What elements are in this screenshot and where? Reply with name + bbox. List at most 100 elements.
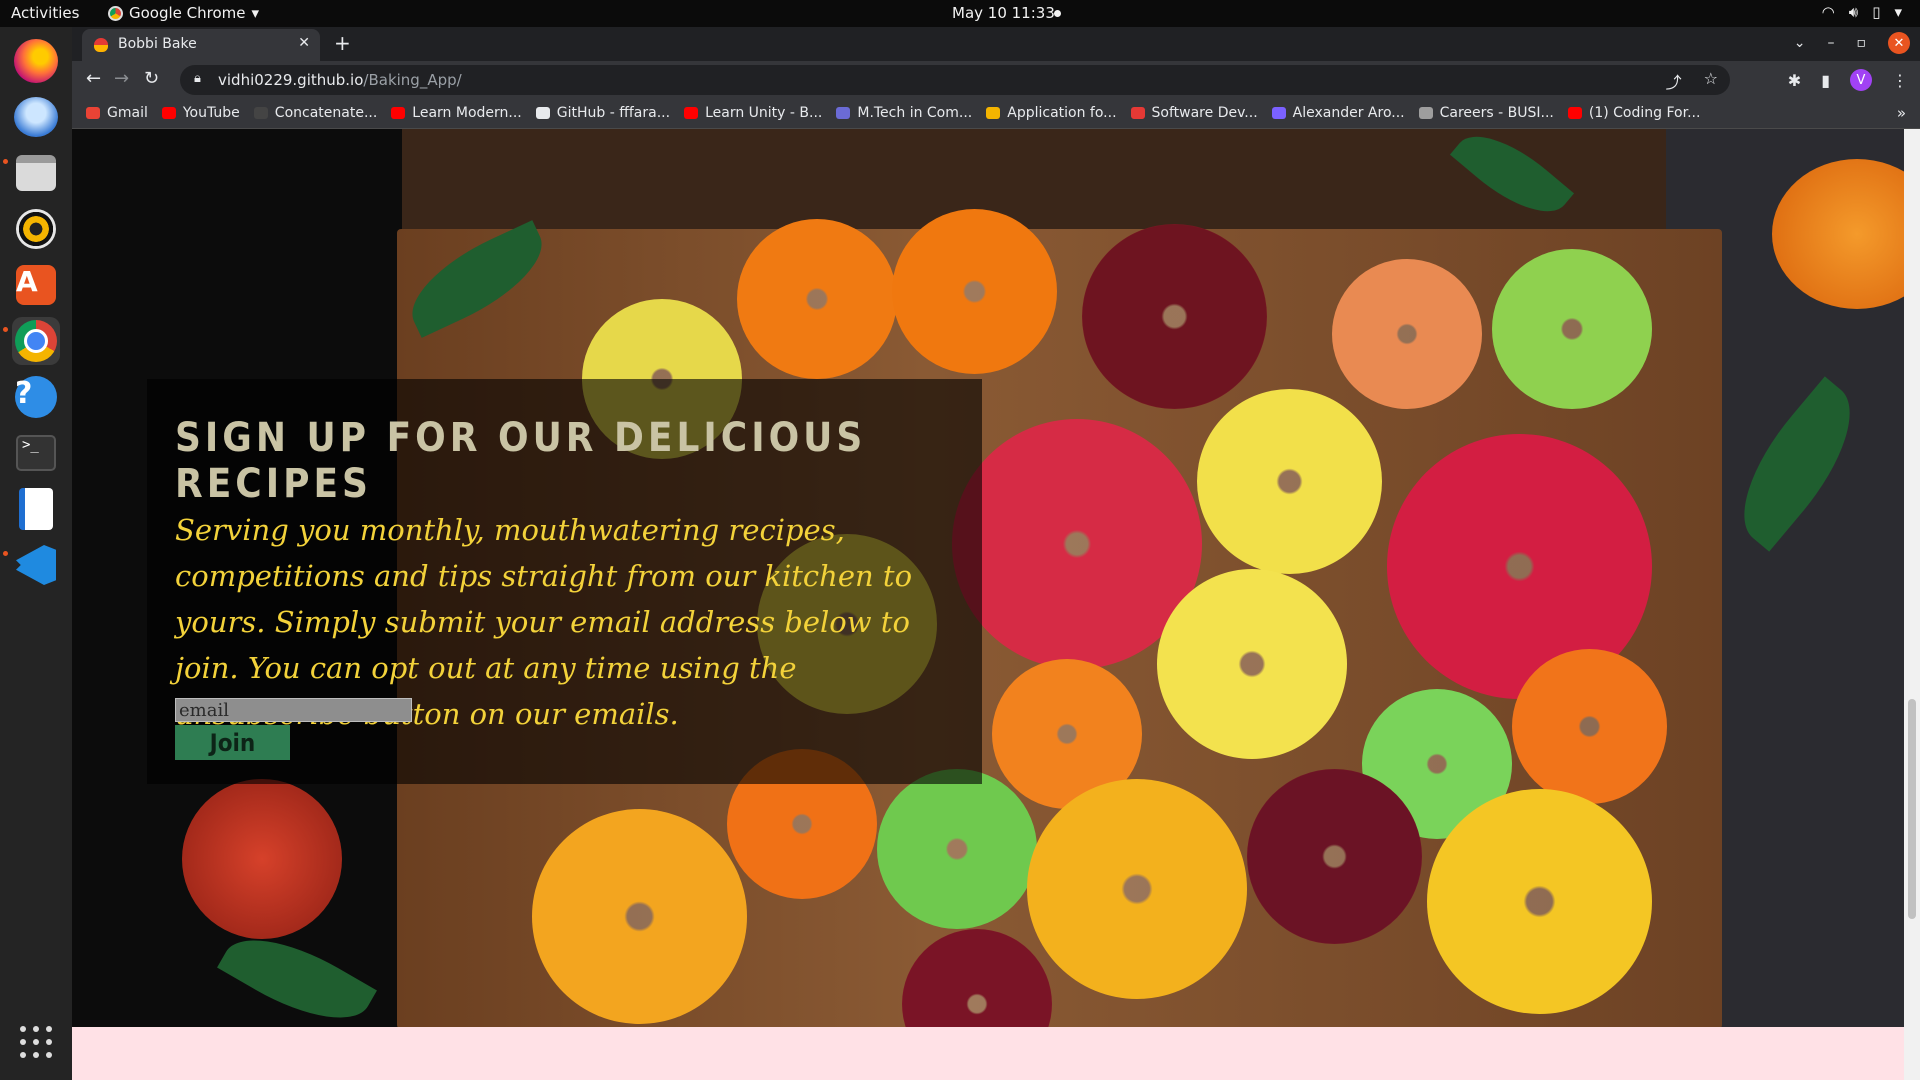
tab-search-icon[interactable]: ⌄ bbox=[1794, 35, 1806, 51]
bookmark-label: (1) Coding For... bbox=[1588, 105, 1701, 121]
dock-terminal[interactable]: >_ bbox=[12, 429, 60, 477]
bookmark-favicon-icon bbox=[1418, 107, 1433, 119]
running-indicator bbox=[3, 551, 8, 556]
firefox-icon bbox=[14, 39, 58, 83]
page-viewport: Sign up for our Delicious Recipes Servin… bbox=[72, 129, 1920, 1080]
battery-icon: ▯ bbox=[1872, 3, 1881, 21]
leaf-decoration bbox=[1449, 129, 1575, 232]
dock-rhythmbox[interactable] bbox=[12, 205, 60, 253]
browser-toolbar: ← → ↻ 🔒︎ vidhi0229.github.io/Baking_App/… bbox=[72, 61, 1920, 99]
profile-avatar[interactable]: V bbox=[1850, 69, 1872, 91]
bookmark-favicon-icon bbox=[535, 107, 550, 119]
bookmark-item[interactable]: M.Tech in Com... bbox=[836, 105, 972, 121]
terminal-icon: >_ bbox=[16, 435, 56, 471]
mail-icon bbox=[14, 97, 58, 137]
lemon-slice bbox=[1197, 389, 1382, 574]
bookmark-label: Gmail bbox=[107, 105, 148, 121]
address-bar[interactable]: 🔒︎ vidhi0229.github.io/Baking_App/ ⤴ ☆ bbox=[180, 65, 1730, 95]
app-menu-label: Google Chrome bbox=[129, 4, 246, 22]
bookmark-favicon-icon bbox=[1271, 107, 1286, 119]
signup-heading: Sign up for our Delicious Recipes bbox=[175, 415, 867, 507]
dock-help[interactable]: ? bbox=[12, 373, 60, 421]
reload-icon[interactable]: ↻ bbox=[144, 68, 159, 89]
maximize-icon[interactable]: ▫ bbox=[1857, 35, 1867, 51]
dock: A ? >_ bbox=[0, 27, 72, 1080]
system-tray[interactable]: ◠ 🔊︎ ▯ ▾ bbox=[1822, 3, 1902, 21]
show-apps-icon[interactable] bbox=[20, 1026, 52, 1058]
scrollbar-thumb[interactable] bbox=[1908, 699, 1916, 919]
dock-vscode[interactable] bbox=[12, 541, 60, 589]
bookmark-favicon-icon bbox=[986, 107, 1001, 119]
url-text[interactable]: vidhi0229.github.io/Baking_App/ bbox=[218, 71, 462, 89]
bookmark-favicon-icon bbox=[1567, 107, 1582, 119]
menu-kebab-icon[interactable]: ⋮ bbox=[1892, 71, 1908, 90]
minimize-icon[interactable]: – bbox=[1828, 35, 1835, 51]
bookmark-item[interactable]: Careers - BUSI... bbox=[1418, 105, 1554, 121]
bookmark-favicon-icon bbox=[836, 107, 851, 119]
tab-close-icon[interactable]: ✕ bbox=[298, 35, 310, 51]
bookmark-item[interactable]: GitHub - fffara... bbox=[535, 105, 670, 121]
bookmark-label: Learn Unity - B... bbox=[705, 105, 823, 121]
forward-icon[interactable]: → bbox=[114, 68, 129, 89]
vscode-icon bbox=[16, 545, 56, 585]
tab-bobbi-bake[interactable]: Bobbi Bake ✕ bbox=[82, 29, 320, 61]
bookmark-item[interactable]: Gmail bbox=[86, 105, 148, 121]
volume-icon: 🔊︎ bbox=[1848, 3, 1859, 21]
orange-slice bbox=[532, 809, 747, 1024]
browser-window: Bobbi Bake ✕ + ⌄ – ▫ ✕ ← → ↻ 🔒︎ vidhi022… bbox=[72, 27, 1920, 1080]
window-controls: ⌄ – ▫ ✕ bbox=[1794, 32, 1910, 54]
dock-software[interactable]: A bbox=[12, 261, 60, 309]
page-scrollbar[interactable] bbox=[1904, 129, 1920, 1080]
dock-writer[interactable] bbox=[12, 485, 60, 533]
orange-slice bbox=[1427, 789, 1652, 1014]
dock-chrome[interactable] bbox=[12, 317, 60, 365]
share-icon[interactable]: ⤴ bbox=[1666, 69, 1682, 93]
lock-icon[interactable]: 🔒︎ bbox=[194, 71, 201, 86]
clock[interactable]: May 10 11:33 bbox=[952, 4, 1055, 22]
orange-slice bbox=[1027, 779, 1247, 999]
activities-button[interactable]: Activities bbox=[11, 4, 79, 22]
running-indicator bbox=[3, 159, 8, 164]
chrome-icon bbox=[15, 320, 57, 362]
notification-dot-icon bbox=[1054, 10, 1061, 17]
writer-icon bbox=[19, 488, 53, 530]
window-close-icon[interactable]: ✕ bbox=[1888, 32, 1910, 54]
join-button[interactable]: Join bbox=[175, 725, 290, 760]
extensions-icon[interactable]: ✱ bbox=[1788, 71, 1801, 90]
back-icon[interactable]: ← bbox=[86, 68, 101, 89]
bookmark-item[interactable]: Application fo... bbox=[986, 105, 1117, 121]
app-menu[interactable]: Google Chrome ▾ bbox=[108, 4, 259, 22]
orange-slice bbox=[1512, 649, 1667, 804]
bookmark-item[interactable]: Alexander Aro... bbox=[1271, 105, 1405, 121]
bookmark-item[interactable]: (1) Coding For... bbox=[1567, 105, 1701, 121]
orange-slice bbox=[892, 209, 1057, 374]
bookmark-item[interactable]: YouTube bbox=[161, 105, 240, 121]
bookmark-item[interactable]: Software Dev... bbox=[1130, 105, 1258, 121]
bookmark-label: Learn Modern... bbox=[412, 105, 522, 121]
bookmark-favicon-icon bbox=[161, 107, 176, 119]
dock-thunderbird[interactable] bbox=[12, 93, 60, 141]
bookmark-label: Careers - BUSI... bbox=[1439, 105, 1554, 121]
bookmark-item[interactable]: Learn Unity - B... bbox=[684, 105, 822, 121]
orange-slice bbox=[737, 219, 897, 379]
bookmark-item[interactable]: Concatenate... bbox=[253, 105, 377, 121]
bookmark-star-icon[interactable]: ☆ bbox=[1704, 69, 1718, 93]
dock-firefox[interactable] bbox=[12, 37, 60, 85]
bookmarks-overflow-icon[interactable]: » bbox=[1897, 104, 1906, 122]
side-panel-icon[interactable]: ▮ bbox=[1821, 71, 1830, 90]
rhythmbox-icon bbox=[16, 209, 56, 249]
bookmark-favicon-icon bbox=[253, 107, 268, 119]
app-store-icon: A bbox=[16, 265, 56, 305]
grapefruit-slice bbox=[1332, 259, 1482, 409]
toolbar-actions: ✱ ▮ V ⋮ bbox=[1788, 69, 1908, 91]
dock-files[interactable] bbox=[12, 149, 60, 197]
whole-blood-orange bbox=[182, 779, 342, 939]
email-input[interactable] bbox=[175, 698, 412, 722]
citrus-hero-image: Sign up for our Delicious Recipes Servin… bbox=[72, 129, 1920, 1079]
new-tab-icon[interactable]: + bbox=[334, 31, 351, 55]
bookmark-item[interactable]: Learn Modern... bbox=[391, 105, 522, 121]
blood-orange-slice bbox=[1082, 224, 1267, 409]
lemon-slice bbox=[1157, 569, 1347, 759]
lime-slice bbox=[1492, 249, 1652, 409]
files-icon bbox=[16, 155, 56, 191]
